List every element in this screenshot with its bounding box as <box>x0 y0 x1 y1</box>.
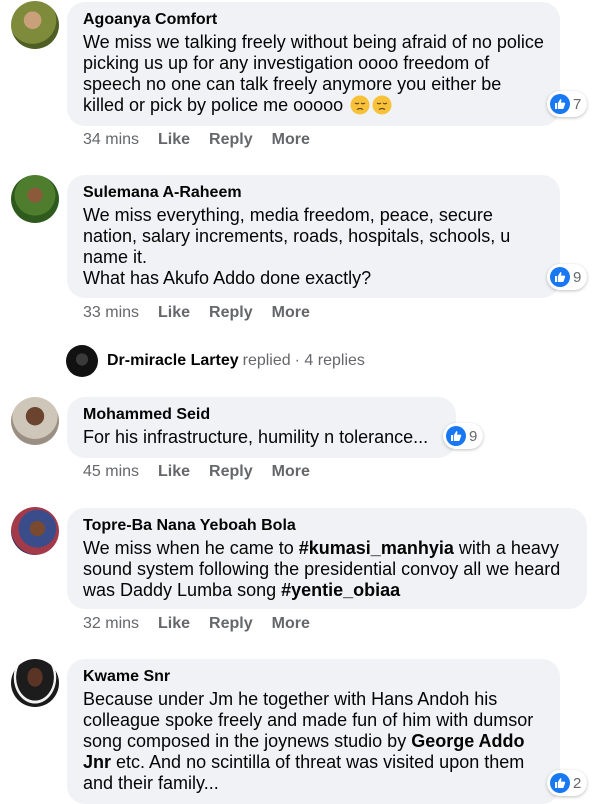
comment-actions: 33 mins Like Reply More <box>83 304 329 322</box>
more-button[interactable]: More <box>272 304 310 322</box>
comment-text: We miss when he came to #kumasi_manhyia … <box>83 538 571 601</box>
hashtag-link[interactable]: #yentie_obiaa <box>281 580 400 600</box>
reply-button[interactable]: Reply <box>209 304 253 322</box>
comment-timestamp[interactable]: 32 mins <box>83 615 139 633</box>
reaction-count[interactable]: 2 <box>547 770 588 796</box>
comment-actions: 45 mins Like Reply More <box>83 463 329 481</box>
reaction-count-text: 9 <box>469 427 478 445</box>
reaction-count-text: 2 <box>573 774 582 792</box>
comment-bubble: Sulemana A-Raheem We miss everything, me… <box>67 175 560 298</box>
replies-link[interactable]: Dr-miracle Lartey replied · 4 replies <box>66 345 365 377</box>
like-button[interactable]: Like <box>158 615 190 633</box>
comment-timestamp[interactable]: 34 mins <box>83 131 139 149</box>
reply-count: · 4 replies <box>294 352 365 369</box>
like-reaction-icon <box>550 267 570 287</box>
avatar[interactable] <box>11 659 59 707</box>
like-button[interactable]: Like <box>158 463 190 481</box>
pensive-face-emoji-icon <box>350 95 370 115</box>
comment-bubble: Mohammed Seid For his infrastructure, hu… <box>67 397 456 458</box>
comment-timestamp[interactable]: 33 mins <box>83 304 139 322</box>
comment-text-segment: We miss when he came to <box>83 538 299 558</box>
comment-author[interactable]: Topre-Ba Nana Yeboah Bola <box>83 516 571 535</box>
comment-timestamp[interactable]: 45 mins <box>83 463 139 481</box>
comment-text-line: What has Akufo Addo done exactly? <box>83 268 372 288</box>
hashtag-link[interactable]: #kumasi_manhyia <box>299 538 454 558</box>
comment-text-segment: etc. And no scintilla of threat was visi… <box>83 752 525 793</box>
reply-button[interactable]: Reply <box>209 615 253 633</box>
reaction-count[interactable]: 9 <box>547 264 588 290</box>
reply-author[interactable]: Dr-miracle Lartey <box>107 352 239 370</box>
more-button[interactable]: More <box>272 615 310 633</box>
more-button[interactable]: More <box>272 131 310 149</box>
pensive-face-emoji-icon <box>372 95 392 115</box>
comment-bubble: Topre-Ba Nana Yeboah Bola We miss when h… <box>67 508 587 609</box>
comment-text: For his infrastructure, humility n toler… <box>83 427 429 447</box>
comment-author[interactable]: Sulemana A-Raheem <box>83 183 544 202</box>
comment-actions: 34 mins Like Reply More <box>83 131 329 149</box>
avatar[interactable] <box>11 397 59 445</box>
like-reaction-icon <box>446 426 466 446</box>
like-reaction-icon <box>550 773 570 793</box>
comment-text: We miss everything, media freedom, peace… <box>83 205 544 289</box>
comment-actions: 32 mins Like Reply More <box>83 615 329 633</box>
avatar <box>66 345 98 377</box>
comment-text-line: We miss everything, media freedom, peace… <box>83 205 511 267</box>
avatar[interactable] <box>11 175 59 223</box>
reaction-count-text: 7 <box>573 95 582 113</box>
replied-label: replied <box>242 352 291 369</box>
comment-author[interactable]: Kwame Snr <box>83 667 544 686</box>
comment-text: Because under Jm he together with Hans A… <box>83 689 544 794</box>
like-button[interactable]: Like <box>158 304 190 322</box>
comment-bubble: Agoanya Comfort We miss we talking freel… <box>67 2 560 126</box>
reply-button[interactable]: Reply <box>209 463 253 481</box>
avatar[interactable] <box>11 1 59 49</box>
comment-author[interactable]: Agoanya Comfort <box>83 10 544 29</box>
reaction-count[interactable]: 9 <box>443 423 484 449</box>
more-button[interactable]: More <box>272 463 310 481</box>
reaction-count-text: 9 <box>573 268 582 286</box>
avatar[interactable] <box>11 507 59 555</box>
comment-text-body: We miss we talking freely without being … <box>83 32 544 115</box>
comment-bubble: Kwame Snr Because under Jm he together w… <box>67 659 560 804</box>
like-button[interactable]: Like <box>158 131 190 149</box>
reply-button[interactable]: Reply <box>209 131 253 149</box>
reaction-count[interactable]: 7 <box>547 91 588 117</box>
comment-author[interactable]: Mohammed Seid <box>83 405 440 424</box>
comment-text: We miss we talking freely without being … <box>83 32 544 116</box>
like-reaction-icon <box>550 94 570 114</box>
